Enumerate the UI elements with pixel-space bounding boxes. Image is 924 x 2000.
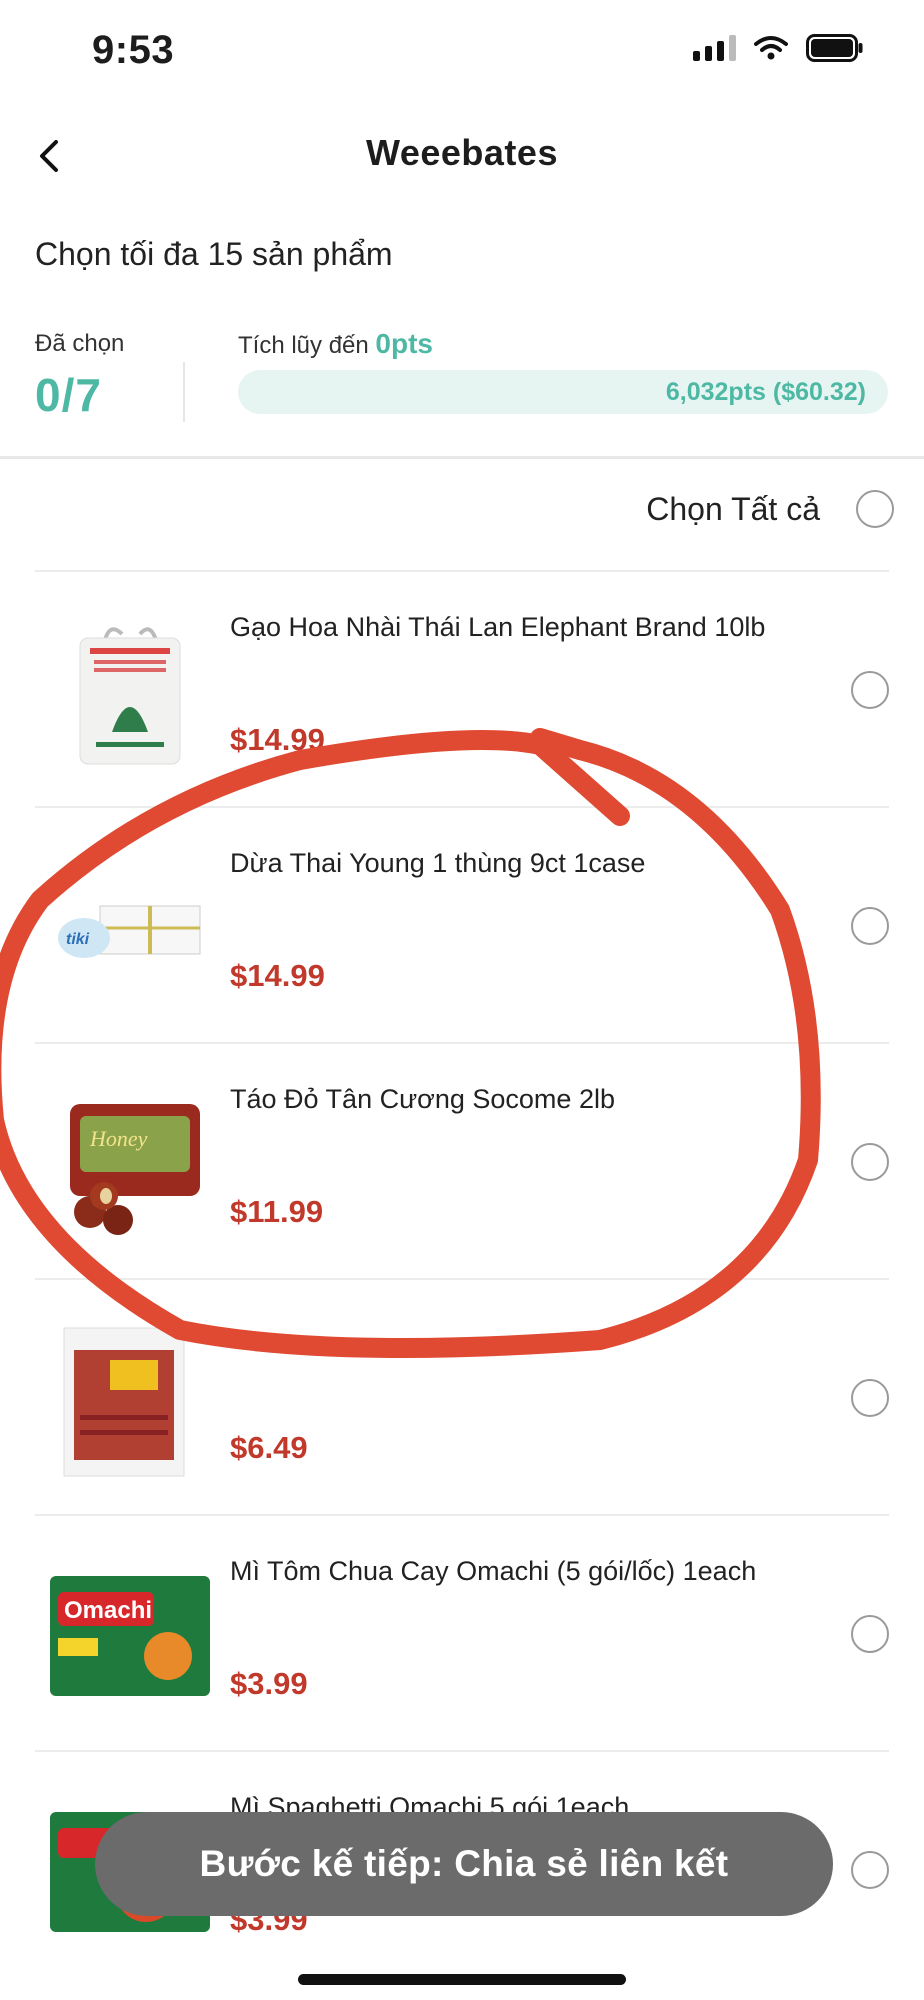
- status-bar: 9:53: [0, 0, 924, 100]
- product-price: $3.99: [230, 1666, 308, 1701]
- product-name: Dừa Thai Young 1 thùng 9ct 1case: [230, 848, 646, 878]
- product-image-omachi-noodles: Omachi: [50, 1556, 210, 1716]
- points-progress-bar: 6,032pts ($60.32): [238, 370, 888, 414]
- nav-bar: Weeebates: [0, 110, 924, 200]
- product-image-jujube: Honey: [50, 1084, 210, 1244]
- product-name: Táo Đỏ Tân Cương Socome 2lb: [230, 1084, 615, 1114]
- svg-text:tiki: tiki: [66, 931, 90, 948]
- accumulate-label: Tích lũy đến: [238, 332, 376, 359]
- page-title: Weeebates: [366, 132, 558, 173]
- product-select-radio[interactable]: [851, 1851, 889, 1889]
- progress-target: 6,032pts ($60.32): [665, 378, 866, 406]
- product-image-rice: [50, 612, 210, 772]
- accumulate-text: Tích lũy đến 0pts: [238, 328, 433, 360]
- product-name: Gạo Hoa Nhài Thái Lan Elephant Brand 10l…: [230, 612, 766, 642]
- list-item[interactable]: Gạo Hoa Nhài Thái Lan Elephant Brand 10l…: [0, 572, 924, 808]
- selected-count: 0/7: [35, 369, 102, 421]
- select-all-radio[interactable]: [856, 490, 894, 528]
- product-image-coconut: tiki: [50, 848, 210, 1008]
- home-indicator: [298, 1974, 626, 1985]
- list-item[interactable]: $6.49: [0, 1280, 924, 1516]
- status-time: 9:53: [92, 28, 175, 72]
- battery-icon: [806, 34, 864, 62]
- svg-text:Honey: Honey: [89, 1126, 148, 1151]
- product-select-radio[interactable]: [851, 907, 889, 945]
- product-price: $11.99: [230, 1194, 324, 1229]
- list-item[interactable]: tiki Dừa Thai Young 1 thùng 9ct 1case $1…: [0, 808, 924, 1044]
- status-icons: [693, 34, 864, 62]
- signal-icon: [693, 35, 736, 61]
- summary-divider: [183, 362, 185, 422]
- wifi-icon: [754, 35, 788, 61]
- product-image-sausage: [50, 1320, 210, 1480]
- selected-label: Đã chọn: [35, 330, 125, 357]
- product-price: $14.99: [230, 722, 325, 757]
- product-select-radio[interactable]: [851, 1143, 889, 1181]
- instruction-text: Chọn tối đa 15 sản phẩm: [35, 236, 393, 272]
- list-item[interactable]: Omachi Mì Tôm Chua Cay Omachi (5 gói/lốc…: [0, 1516, 924, 1752]
- svg-text:Omachi: Omachi: [64, 1597, 152, 1624]
- product-price: $14.99: [230, 958, 325, 993]
- accumulate-points: 0pts: [375, 328, 433, 359]
- product-name: Mì Tôm Chua Cay Omachi (5 gói/lốc) 1each: [230, 1556, 757, 1586]
- product-price: $6.49: [230, 1430, 308, 1465]
- next-step-button[interactable]: Bước kế tiếp: Chia sẻ liên kết: [95, 1812, 833, 1916]
- product-select-radio[interactable]: [851, 671, 889, 709]
- product-select-radio[interactable]: [851, 1379, 889, 1417]
- list-item[interactable]: Honey Táo Đỏ Tân Cương Socome 2lb $11.99: [0, 1044, 924, 1280]
- select-all-label: Chọn Tất cả: [646, 490, 820, 527]
- section-divider: [0, 456, 924, 459]
- product-select-radio[interactable]: [851, 1615, 889, 1653]
- select-all-row[interactable]: Chọn Tất cả: [646, 490, 894, 528]
